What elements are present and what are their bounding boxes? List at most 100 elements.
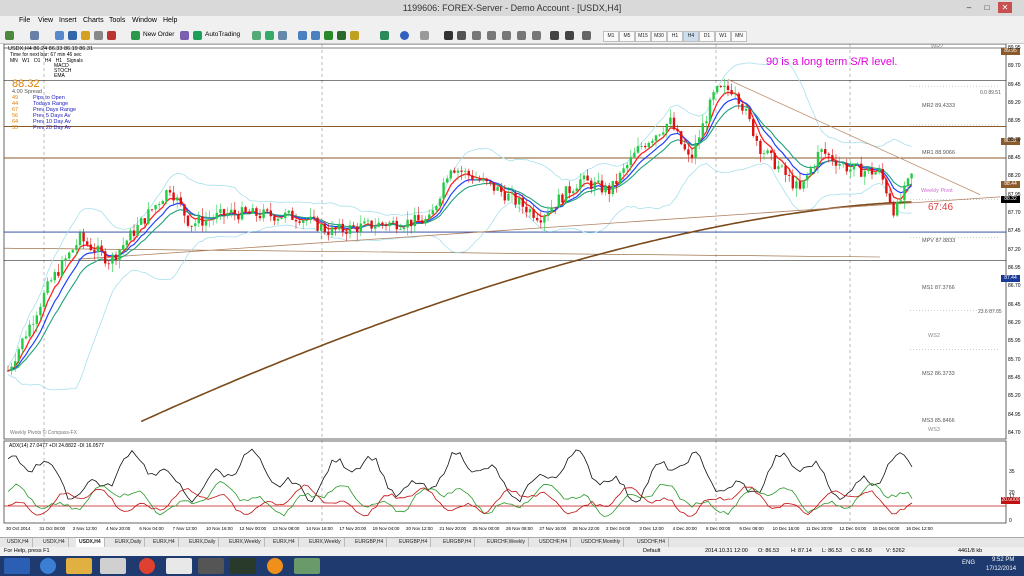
- chrome-icon[interactable]: [139, 558, 155, 574]
- orange-app-icon[interactable]: [267, 558, 283, 574]
- candle-body: [773, 153, 776, 169]
- chart-tab[interactable]: EURX,Daily: [112, 538, 146, 547]
- chart-tab[interactable]: EURGBP,H4: [396, 538, 432, 547]
- strategy-tester-icon[interactable]: [107, 31, 116, 40]
- fibonacci-icon[interactable]: [532, 31, 541, 40]
- autoscroll-icon[interactable]: [337, 31, 346, 40]
- chart-tab[interactable]: USDCHF,H4: [536, 538, 572, 547]
- chart-tab[interactable]: EURGBP,H4: [440, 538, 476, 547]
- autotrading-icon[interactable]: [193, 31, 202, 40]
- timeframe-m15[interactable]: M15: [635, 31, 651, 42]
- candle-body: [492, 182, 496, 191]
- tile-windows-icon[interactable]: [324, 31, 333, 40]
- menu-view[interactable]: View: [38, 17, 53, 24]
- time-axis[interactable]: 30 Oct 2014 31 Oct 08:00 3 Nov 12:00 4 Nov …: [0, 525, 1006, 536]
- crosshair-icon[interactable]: [457, 31, 466, 40]
- text-tool-icon[interactable]: [550, 31, 559, 40]
- metaeditor-icon[interactable]: [180, 31, 189, 40]
- chart-tab[interactable]: EURCHF,Weekly: [484, 538, 529, 547]
- documents-icon[interactable]: [166, 558, 192, 574]
- candle-body: [294, 219, 298, 222]
- chart-tab[interactable]: EURGBP,H4: [352, 538, 388, 547]
- candle-body: [564, 186, 568, 203]
- chart-tab[interactable]: EURX,Weekly: [226, 538, 265, 547]
- candle-body: [251, 208, 254, 214]
- long-term-moving-average: [140, 201, 912, 423]
- candle-body: [190, 225, 193, 227]
- horizontal-line-icon[interactable]: [487, 31, 496, 40]
- status-high: H: 87.14: [791, 548, 812, 554]
- candle-body: [881, 169, 884, 180]
- settings-icon[interactable]: [198, 558, 224, 574]
- vertical-line-icon[interactable]: [472, 31, 481, 40]
- menu-file[interactable]: File: [19, 17, 30, 24]
- timeframe-m1[interactable]: M1: [603, 31, 619, 42]
- chart-tab[interactable]: USDCHF,H4: [634, 538, 670, 547]
- trendline-icon[interactable]: [502, 31, 511, 40]
- chart-window[interactable]: USDX,H4 86.24 86.33 86.19 86.31 Time for…: [0, 44, 1024, 536]
- chart-shift-icon[interactable]: [350, 31, 359, 40]
- media-player-icon[interactable]: [100, 558, 126, 574]
- minimize-button[interactable]: –: [962, 2, 976, 13]
- chart-tab[interactable]: USDCHF,Monthly: [578, 538, 625, 547]
- price-axis[interactable]: 89.95 89.70 89.45 89.20 88.95 88.70 88.45 88.20…: [1006, 44, 1024, 439]
- new-order-button[interactable]: New Order: [143, 30, 174, 40]
- indicators-icon[interactable]: [380, 31, 389, 40]
- menu-insert[interactable]: Insert: [59, 17, 77, 24]
- chart-tab[interactable]: EURX,Weekly: [306, 538, 345, 547]
- close-button[interactable]: ✕: [998, 2, 1012, 13]
- menu-window[interactable]: Window: [132, 17, 157, 24]
- indicator-axis[interactable]: 35 20 17 0: [1006, 441, 1024, 524]
- metatrader-icon[interactable]: [294, 558, 320, 574]
- candle-body: [809, 168, 812, 176]
- candle-body: [510, 192, 514, 194]
- chart-tab[interactable]: EURX,Daily: [186, 538, 220, 547]
- new-order-icon[interactable]: [131, 31, 140, 40]
- timeframe-w1[interactable]: W1: [715, 31, 731, 42]
- sr-annotation: 90 is a long term S/R level.: [766, 56, 898, 68]
- profiles-icon[interactable]: [30, 31, 39, 40]
- timeframe-m5[interactable]: M5: [619, 31, 635, 42]
- chart-tab[interactable]: EURX,H4: [270, 538, 299, 547]
- chart-tab[interactable]: USDX,H4: [4, 538, 33, 547]
- zoom-out-icon[interactable]: [311, 31, 320, 40]
- maximize-button[interactable]: □: [980, 2, 994, 13]
- timeframe-m30[interactable]: M30: [651, 31, 667, 42]
- periods-icon[interactable]: [400, 31, 409, 40]
- candle-body: [359, 223, 362, 233]
- equidistant-channel-icon[interactable]: [517, 31, 526, 40]
- line-chart-icon[interactable]: [278, 31, 287, 40]
- timeframe-mn[interactable]: MN: [731, 31, 747, 42]
- arrows-icon[interactable]: [582, 31, 591, 40]
- templates-icon[interactable]: [420, 31, 429, 40]
- bar-chart-icon[interactable]: [252, 31, 261, 40]
- cursor-icon[interactable]: [444, 31, 453, 40]
- data-window-icon[interactable]: [68, 31, 77, 40]
- terminal-icon[interactable]: [94, 31, 103, 40]
- timeframe-h4[interactable]: H4: [683, 31, 699, 42]
- menu-help[interactable]: Help: [163, 17, 177, 24]
- timeframe-d1[interactable]: D1: [699, 31, 715, 42]
- ie-icon[interactable]: [40, 558, 56, 574]
- navigator-icon[interactable]: [81, 31, 90, 40]
- tray-language[interactable]: ENG: [962, 560, 975, 566]
- market-watch-icon[interactable]: [55, 31, 64, 40]
- new-chart-icon[interactable]: [5, 31, 14, 40]
- menu-tools[interactable]: Tools: [109, 17, 125, 24]
- menu-charts[interactable]: Charts: [83, 17, 104, 24]
- chart-tab-active[interactable]: USDX,H4: [76, 538, 105, 547]
- price-chart[interactable]: [0, 44, 1024, 536]
- bollinger-lower: [7, 162, 912, 391]
- chart-tab[interactable]: USDX,H4: [40, 538, 69, 547]
- app-icon-go[interactable]: [230, 558, 256, 574]
- zoom-in-icon[interactable]: [298, 31, 307, 40]
- start-icon[interactable]: [4, 558, 30, 574]
- status-volume: V: 5262: [886, 548, 905, 554]
- chart-tab[interactable]: EURX,H4: [150, 538, 179, 547]
- file-explorer-icon[interactable]: [66, 558, 92, 574]
- text-label-icon[interactable]: [565, 31, 574, 40]
- autotrading-button[interactable]: AutoTrading: [205, 30, 240, 40]
- timeframe-h1[interactable]: H1: [667, 31, 683, 42]
- candle-body: [78, 232, 82, 246]
- candlestick-icon[interactable]: [265, 31, 274, 40]
